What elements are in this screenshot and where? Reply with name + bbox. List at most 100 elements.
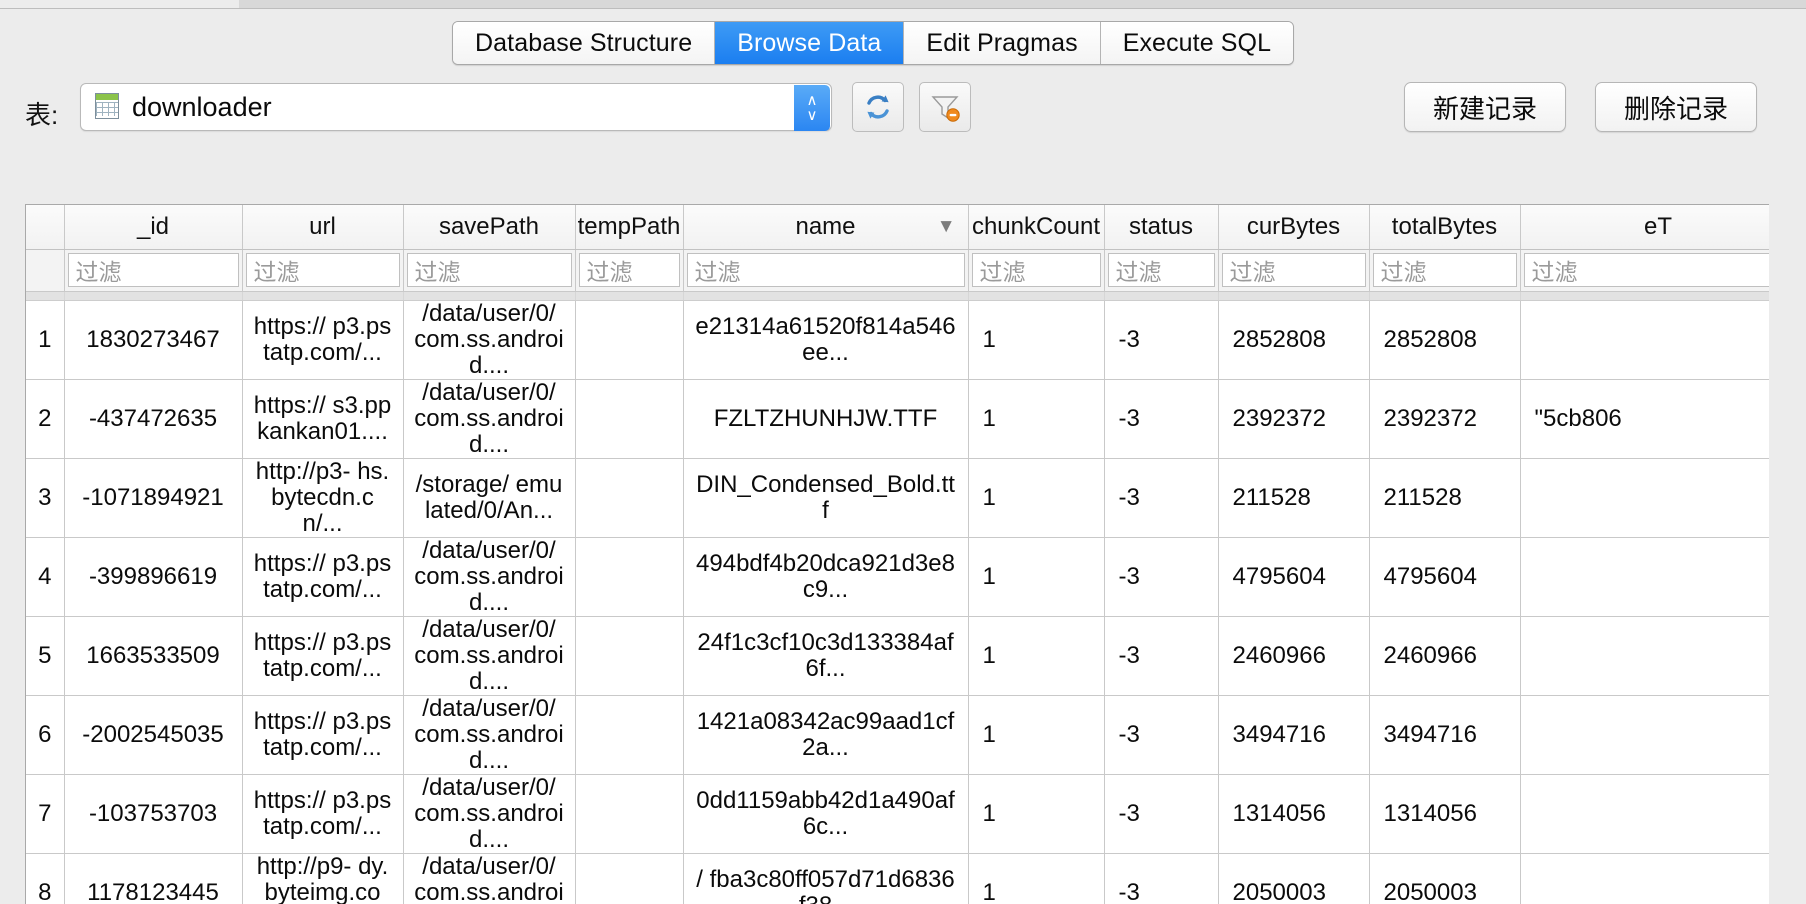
cell-status[interactable]: -3	[1104, 458, 1219, 538]
column-header-savePath[interactable]: savePath	[403, 205, 576, 250]
cell-tempPath[interactable]	[575, 537, 684, 617]
cell-name[interactable]: / fba3c80ff057d71d6836f38...	[683, 853, 969, 904]
cell-savePath[interactable]: /storage/ emulated/0/An...	[403, 458, 576, 538]
cell-eTag[interactable]	[1520, 300, 1769, 380]
column-header-name[interactable]: name ▼	[683, 205, 969, 250]
cell-_id[interactable]: -1071894921	[64, 458, 243, 538]
cell-totalBytes[interactable]: 2852808	[1369, 300, 1521, 380]
cell-savePath[interactable]: /data/user/0/ com.ss.android....	[403, 300, 576, 380]
cell-url[interactable]: https:// s3.ppkankan01....	[242, 379, 404, 459]
cell-status[interactable]: -3	[1104, 616, 1219, 696]
cell-tempPath[interactable]	[575, 774, 684, 854]
cell-chunkCount[interactable]: 1	[968, 853, 1105, 904]
column-header-url[interactable]: url	[242, 205, 404, 250]
cell-tempPath[interactable]	[575, 853, 684, 904]
filter-input-url[interactable]: 过滤	[245, 252, 400, 287]
cell-_id[interactable]: -399896619	[64, 537, 243, 617]
cell-curBytes[interactable]: 3494716	[1218, 695, 1370, 775]
table-row[interactable]: 7 -103753703 https:// p3.pstatp.com/... /da…	[26, 774, 1769, 854]
cell-url[interactable]: http://p9- dy.byteimg.com...	[242, 853, 404, 904]
cell-status[interactable]: -3	[1104, 695, 1219, 775]
cell-chunkCount[interactable]: 1	[968, 458, 1105, 538]
row-number[interactable]: 4	[26, 537, 65, 617]
cell-_id[interactable]: 1830273467	[64, 300, 243, 380]
cell-name[interactable]: FZLTZHUNHJW.TTF	[683, 379, 969, 459]
column-header-eTag[interactable]: eT	[1520, 205, 1769, 250]
filter-input-name[interactable]: 过滤	[686, 252, 965, 287]
tab-edit-pragmas[interactable]: Edit Pragmas	[904, 22, 1101, 64]
cell-status[interactable]: -3	[1104, 774, 1219, 854]
row-number[interactable]: 5	[26, 616, 65, 696]
cell-eTag[interactable]	[1520, 695, 1769, 775]
cell-chunkCount[interactable]: 1	[968, 695, 1105, 775]
cell-eTag[interactable]: "5cb806	[1520, 379, 1769, 459]
cell-url[interactable]: https:// p3.pstatp.com/...	[242, 537, 404, 617]
cell-curBytes[interactable]: 2852808	[1218, 300, 1370, 380]
cell-name[interactable]: e21314a61520f814a546ee...	[683, 300, 969, 380]
column-header-curBytes[interactable]: curBytes	[1218, 205, 1370, 250]
tab-execute-sql[interactable]: Execute SQL	[1100, 22, 1294, 64]
cell-totalBytes[interactable]: 211528	[1369, 458, 1521, 538]
cell-savePath[interactable]: /data/user/0/ com.ss.android....	[403, 774, 576, 854]
table-row[interactable]: 1 1830273467 https:// p3.pstatp.com/... /da…	[26, 300, 1769, 380]
cell-_id[interactable]: -2002545035	[64, 695, 243, 775]
cell-tempPath[interactable]	[575, 458, 684, 538]
column-header-chunkCount[interactable]: chunkCount	[968, 205, 1105, 250]
tab-browse-data[interactable]: Browse Data	[715, 22, 905, 64]
cell-totalBytes[interactable]: 3494716	[1369, 695, 1521, 775]
cell-status[interactable]: -3	[1104, 853, 1219, 904]
chevron-updown-icon[interactable]: ∧ ∨	[794, 85, 830, 131]
table-row[interactable]: 2 -437472635 https:// s3.ppkankan01.... /da…	[26, 379, 1769, 459]
row-number[interactable]: 7	[26, 774, 65, 854]
cell-status[interactable]: -3	[1104, 537, 1219, 617]
cell-totalBytes[interactable]: 2392372	[1369, 379, 1521, 459]
cell-_id[interactable]: 1663533509	[64, 616, 243, 696]
cell-name[interactable]: 1421a08342ac99aad1cf2a...	[683, 695, 969, 775]
tab-database-structure[interactable]: Database Structure	[453, 22, 716, 64]
cell-tempPath[interactable]	[575, 379, 684, 459]
sort-descending-icon[interactable]: ▼	[937, 216, 956, 238]
cell-savePath[interactable]: /data/user/0/ com.ss.android....	[403, 379, 576, 459]
cell-curBytes[interactable]: 2050003	[1218, 853, 1370, 904]
delete-record-button[interactable]: 删除记录	[1595, 82, 1757, 132]
cell-savePath[interactable]: /data/user/0/ com.ss.android....	[403, 537, 576, 617]
row-number[interactable]: 1	[26, 300, 65, 380]
cell-eTag[interactable]	[1520, 774, 1769, 854]
filter-input-tempPath[interactable]: 过滤	[578, 252, 680, 287]
table-row[interactable]: 3 -1071894921 http://p3- hs.bytecdn.cn/...…	[26, 458, 1769, 538]
cell-totalBytes[interactable]: 4795604	[1369, 537, 1521, 617]
cell-chunkCount[interactable]: 1	[968, 774, 1105, 854]
filter-input-_id[interactable]: 过滤	[67, 252, 239, 287]
row-number[interactable]: 2	[26, 379, 65, 459]
column-header-tempPath[interactable]: tempPath	[575, 205, 684, 250]
cell-curBytes[interactable]: 2460966	[1218, 616, 1370, 696]
filter-input-totalBytes[interactable]: 过滤	[1372, 252, 1517, 287]
cell-chunkCount[interactable]: 1	[968, 616, 1105, 696]
table-selector-combobox[interactable]: downloader ∧ ∨	[80, 83, 832, 131]
cell-url[interactable]: https:// p3.pstatp.com/...	[242, 300, 404, 380]
cell-eTag[interactable]	[1520, 537, 1769, 617]
table-row[interactable]: 8 1178123445 http://p9- dy.byteimg.com... /…	[26, 853, 1769, 904]
filter-input-savePath[interactable]: 过滤	[406, 252, 572, 287]
cell-curBytes[interactable]: 211528	[1218, 458, 1370, 538]
data-grid[interactable]: _id url savePath tempPath name ▼ chunkCount sta…	[25, 204, 1769, 904]
cell-name[interactable]: DIN_Condensed_Bold.ttf	[683, 458, 969, 538]
column-header-_id[interactable]: _id	[64, 205, 243, 250]
cell-totalBytes[interactable]: 2050003	[1369, 853, 1521, 904]
cell-status[interactable]: -3	[1104, 300, 1219, 380]
column-header-totalBytes[interactable]: totalBytes	[1369, 205, 1521, 250]
filter-input-status[interactable]: 过滤	[1107, 252, 1215, 287]
table-row[interactable]: 5 1663533509 https:// p3.pstatp.com/... /da…	[26, 616, 1769, 696]
filter-input-eTag[interactable]: 过滤	[1523, 252, 1769, 287]
table-row[interactable]: 4 -399896619 https:// p3.pstatp.com/... /da…	[26, 537, 1769, 617]
cell-_id[interactable]: -437472635	[64, 379, 243, 459]
new-record-button[interactable]: 新建记录	[1404, 82, 1566, 132]
cell-url[interactable]: http://p3- hs.bytecdn.cn/...	[242, 458, 404, 538]
column-header-status[interactable]: status	[1104, 205, 1219, 250]
cell-savePath[interactable]: /data/user/0/ com.ss.android....	[403, 853, 576, 904]
cell-chunkCount[interactable]: 1	[968, 379, 1105, 459]
cell-url[interactable]: https:// p3.pstatp.com/...	[242, 616, 404, 696]
cell-name[interactable]: 494bdf4b20dca921d3e8c9...	[683, 537, 969, 617]
cell-chunkCount[interactable]: 1	[968, 300, 1105, 380]
cell-savePath[interactable]: /data/user/0/ com.ss.android....	[403, 616, 576, 696]
